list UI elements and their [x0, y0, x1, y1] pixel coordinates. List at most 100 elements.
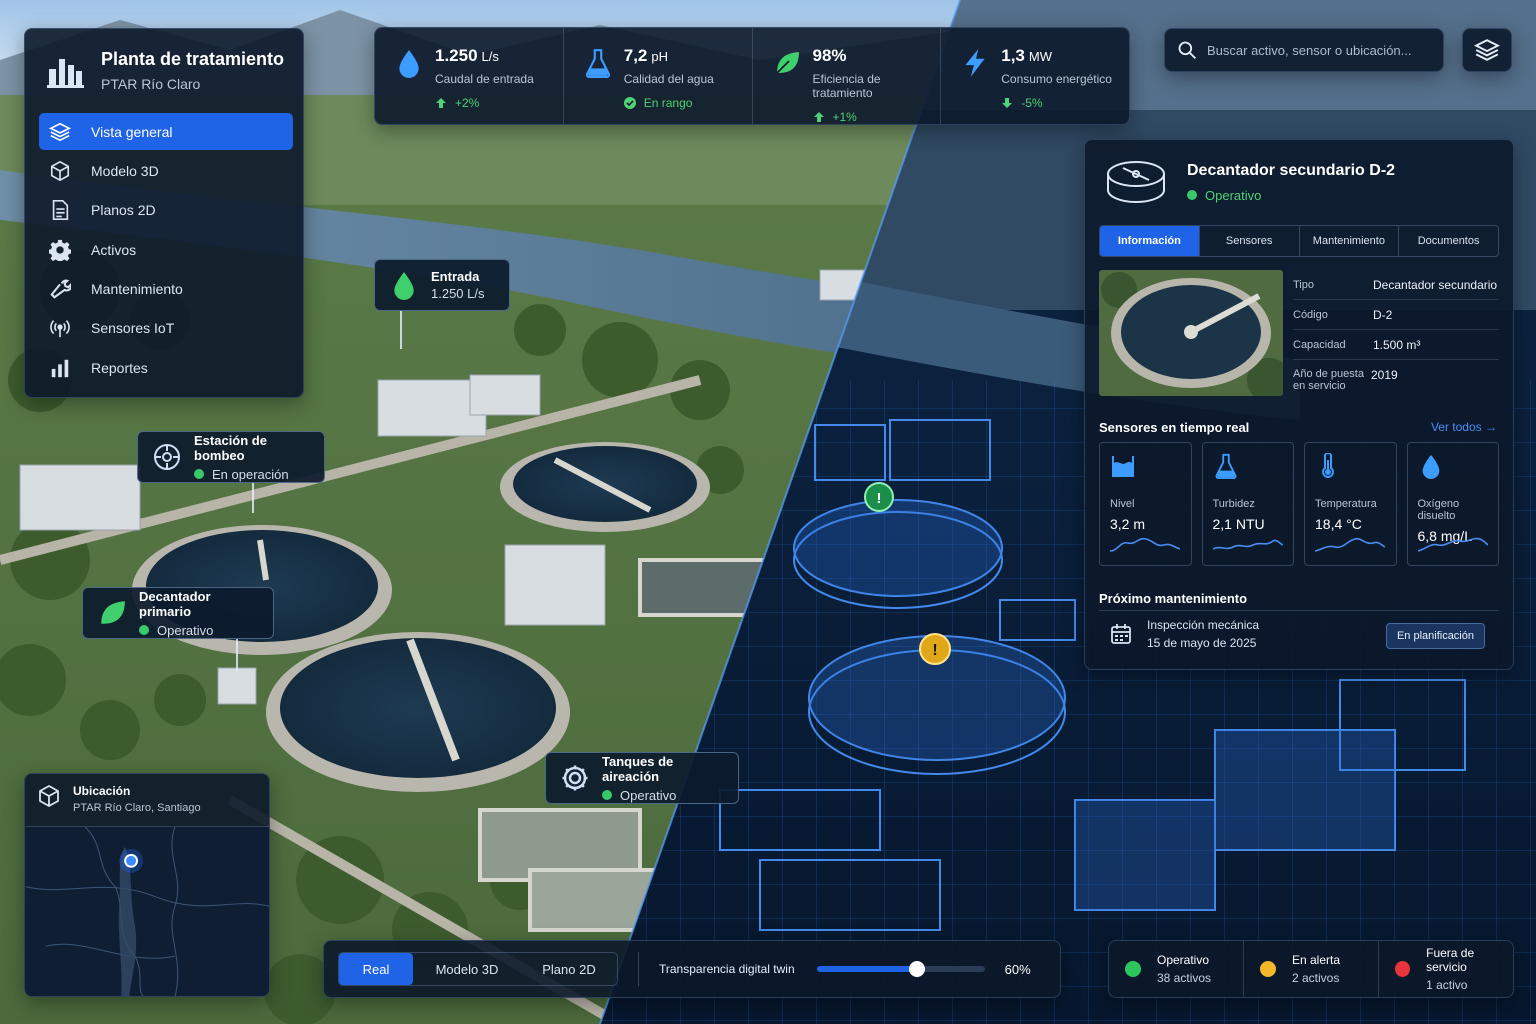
leaf-icon: [101, 601, 125, 624]
check-circle-icon: [623, 97, 636, 109]
slider-handle[interactable]: [909, 961, 926, 977]
search-input[interactable]: [1207, 42, 1437, 58]
status-dot: [1260, 961, 1276, 977]
status-dot: [1125, 961, 1141, 977]
arrow-down-icon: [1002, 98, 1013, 108]
leaf-icon: [775, 52, 799, 74]
arrow-up-icon: [813, 112, 824, 122]
asset-title: Decantador secundario D-2: [1187, 161, 1396, 179]
tab-documentos[interactable]: Documentos: [1398, 226, 1498, 256]
kpi-value: 7,2 pH: [623, 46, 669, 65]
layers-button[interactable]: [1462, 28, 1512, 72]
nav-item-sensores-iot[interactable]: Sensores IoT: [39, 310, 293, 347]
tab-informacion[interactable]: Información: [1100, 226, 1199, 256]
kpi-label: Eficiencia de tratamiento: [812, 72, 881, 100]
view-3d-button[interactable]: Modelo 3D: [413, 953, 521, 985]
status-dot: [602, 790, 612, 800]
status-dot: [139, 625, 149, 635]
status-dot: [1187, 190, 1197, 200]
nav-item-vista-general[interactable]: Vista general: [39, 113, 293, 150]
plant-name: PTAR Río Claro: [101, 76, 201, 92]
callout-entrada[interactable]: Entrada 1.250 L/s: [374, 259, 510, 311]
sensor-sparkline: [1417, 537, 1488, 552]
legend-count: 38 activos: [1157, 971, 1212, 985]
sensor-sparkline: [1315, 537, 1385, 552]
legend-operativo[interactable]: Operativo 38 activos: [1109, 941, 1243, 997]
water-drop-icon: [1422, 454, 1439, 479]
nav-item-reportes[interactable]: Reportes: [39, 349, 293, 386]
sensor-label: Oxígeno disuelto: [1417, 498, 1460, 522]
region-map[interactable]: [25, 826, 270, 997]
info-row: Capacidad 1.500 m³: [1293, 330, 1499, 360]
calendar-icon: [1111, 623, 1131, 644]
arrow-up-icon: [436, 98, 446, 108]
nav-label: Sensores IoT: [91, 320, 175, 337]
callout-stem: [252, 483, 254, 513]
nav-item-mantenimiento[interactable]: Mantenimiento: [39, 271, 293, 308]
sensor-sparkline: [1212, 539, 1283, 550]
main-nav: Vista general Modelo 3D Planos 2D Activo…: [39, 113, 293, 389]
water-drop-icon: [399, 50, 419, 78]
transparency-label: Transparencia digital twin: [659, 962, 795, 976]
kpi-value: 1.250 L/s: [435, 46, 499, 65]
divider: [638, 952, 639, 986]
sensor-card-oxigeno[interactable]: Oxígeno disuelto 6,8 mg/L: [1406, 442, 1499, 566]
callout-decantador-primario[interactable]: Decantador primario Operativo: [82, 587, 274, 639]
tab-mantenimiento[interactable]: Mantenimiento: [1298, 226, 1399, 256]
legend-count: 2 activos: [1292, 971, 1340, 985]
info-row: Tipo Decantador secundario: [1293, 270, 1499, 300]
location-title: Ubicación: [73, 784, 131, 798]
callout-tanques-aireacion[interactable]: Tanques de aireación Operativo: [545, 752, 739, 804]
nav-item-planos-2d[interactable]: Planos 2D: [39, 192, 293, 229]
sensor-cards: Nivel 3,2 m Turbidez 2,1 NTU Temperatura…: [1099, 442, 1499, 566]
callout-title: Entrada: [431, 269, 480, 284]
kpi-eficiencia[interactable]: 98% Eficiencia de tratamiento +1%: [751, 28, 941, 124]
flask-icon: [1215, 453, 1236, 479]
maintenance-status-badge[interactable]: En planificación: [1385, 623, 1485, 649]
legend-fuera-servicio[interactable]: Fuera de servicio 1 activo: [1378, 941, 1513, 997]
callout-value: 1.250 L/s: [431, 286, 485, 301]
asset-detail-panel: Decantador secundario D-2 Operativo Info…: [1084, 139, 1514, 670]
location-pin-icon: [124, 853, 139, 868]
kpi-caudal[interactable]: 1.250 L/s Caudal de entrada +2%: [375, 28, 563, 124]
pump-icon: [154, 444, 180, 470]
nav-item-modelo-3d[interactable]: Modelo 3D: [39, 152, 293, 189]
callout-status: Operativo: [139, 623, 259, 638]
sensor-label: Temperatura: [1315, 498, 1377, 510]
location-minimap: Ubicación PTAR Río Claro, Santiago: [24, 773, 270, 997]
lightning-icon: [965, 49, 985, 77]
sensor-card-temperatura[interactable]: Temperatura 18,4 °C: [1304, 442, 1397, 566]
sensor-card-nivel[interactable]: Nivel 3,2 m: [1099, 442, 1192, 566]
info-row: Año de puesta en servicio 2019: [1293, 368, 1398, 392]
sidebar: Planta de tratamiento PTAR Río Claro Vis…: [24, 28, 304, 398]
location-header: Ubicación PTAR Río Claro, Santiago: [37, 784, 201, 814]
nav-label: Planos 2D: [91, 202, 156, 219]
asset-photo: [1099, 270, 1283, 396]
maintenance-section-title: Próximo mantenimiento: [1099, 591, 1248, 606]
nav-item-activos[interactable]: Activos: [39, 231, 293, 268]
legend-title: Fuera de servicio: [1426, 946, 1475, 974]
kpi-ph[interactable]: 7,2 pH Calidad del agua En rango: [562, 28, 752, 124]
sensor-value: 18,4 °C: [1315, 516, 1362, 532]
bar-chart-icon: [51, 359, 69, 378]
nav-label: Vista general: [91, 123, 173, 140]
legend-en-alerta[interactable]: En alerta 2 activos: [1243, 941, 1378, 997]
nav-label: Reportes: [91, 359, 148, 376]
kpi-label: Calidad del agua: [623, 72, 714, 86]
transparency-value: 60%: [1004, 961, 1031, 977]
tab-sensores[interactable]: Sensores: [1198, 226, 1299, 256]
view-2d-button[interactable]: Plano 2D: [521, 953, 617, 985]
location-subtitle: PTAR Río Claro, Santiago: [73, 802, 201, 814]
layers-icon: [1474, 39, 1500, 61]
view-mode-toggle: Real Modelo 3D Plano 2D: [338, 952, 618, 986]
kpi-delta: +2%: [435, 96, 563, 110]
kpi-label: Consumo energético: [1001, 72, 1112, 86]
kpi-delta: En rango: [623, 96, 752, 110]
view-real-button[interactable]: Real: [339, 953, 413, 985]
callout-estacion-bombeo[interactable]: Estación de bombeo En operación: [137, 431, 325, 483]
transparency-slider[interactable]: [816, 961, 985, 977]
sensor-card-turbidez[interactable]: Turbidez 2,1 NTU: [1201, 442, 1294, 566]
kpi-consumo[interactable]: 1,3 MW Consumo energético -5%: [940, 28, 1129, 124]
maintenance-task: Inspección mecánica: [1147, 617, 1260, 632]
see-all-sensors-link[interactable]: Ver todos →: [1431, 420, 1497, 434]
